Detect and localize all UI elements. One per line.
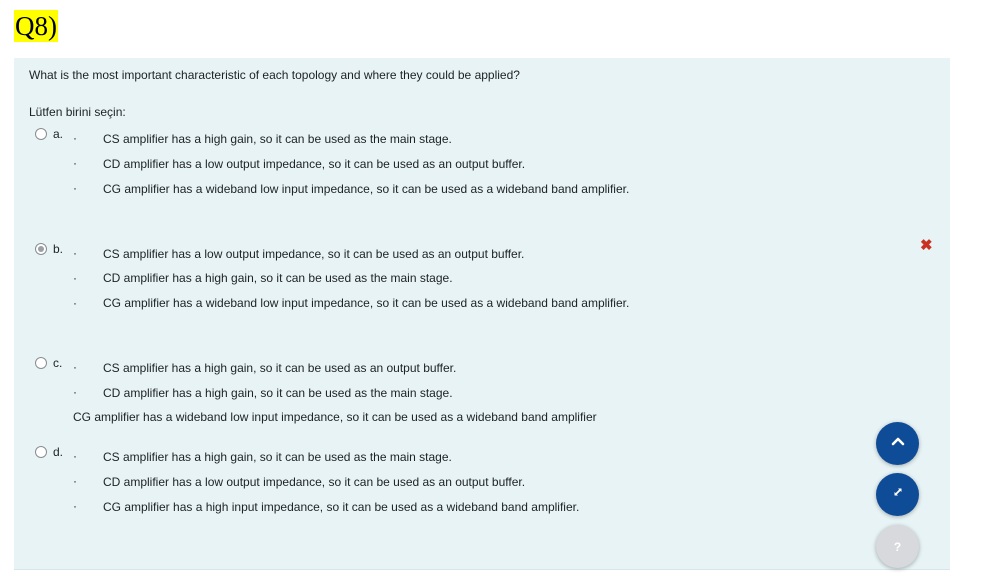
- option-line: CD amplifier has a low output impedance,…: [103, 157, 526, 171]
- question-card: What is the most important characteristi…: [14, 58, 950, 570]
- expand-button[interactable]: [876, 473, 919, 516]
- option-line: CS amplifier has a low output impedance,…: [103, 247, 525, 261]
- option-line: CG amplifier has a wideband low input im…: [103, 296, 630, 310]
- radio-c[interactable]: [35, 357, 47, 369]
- option-letter: c.: [53, 356, 63, 370]
- option-line: CD amplifier has a low output impedance,…: [103, 475, 526, 489]
- option-line: CG amplifier has a wideband low input im…: [73, 410, 597, 424]
- radio-d[interactable]: [35, 446, 47, 458]
- bullet: ·: [73, 385, 77, 399]
- question-number: Q8): [14, 10, 58, 42]
- option-letter: b.: [53, 242, 64, 256]
- bullet: ·: [73, 131, 77, 145]
- incorrect-icon: ✖: [920, 237, 933, 254]
- option-line: CG amplifier has a wideband low input im…: [103, 182, 630, 196]
- answer-prompt: Lütfen birini seçin:: [29, 105, 126, 119]
- bullet: ·: [73, 271, 77, 285]
- question-text: What is the most important characteristi…: [29, 68, 520, 82]
- help-label: ?: [893, 539, 902, 554]
- option-line: CS amplifier has a high gain, so it can …: [103, 132, 452, 146]
- chevron-up-icon: [891, 434, 905, 453]
- bullet: ·: [73, 181, 77, 195]
- option-line: CS amplifier has a high gain, so it can …: [103, 361, 457, 375]
- option-letter: a.: [53, 127, 64, 141]
- bullet: ·: [73, 449, 77, 463]
- bullet: ·: [73, 296, 77, 310]
- bullet: ·: [73, 360, 77, 374]
- bullet: ·: [73, 246, 77, 260]
- bullet: ·: [73, 156, 77, 170]
- scroll-top-button[interactable]: [876, 422, 919, 465]
- option-letter: d.: [53, 445, 64, 459]
- expand-icon: [891, 485, 905, 504]
- radio-b[interactable]: [35, 243, 47, 255]
- option-line: CD amplifier has a high gain, so it can …: [103, 271, 453, 285]
- radio-a[interactable]: [35, 128, 47, 140]
- option-line: CD amplifier has a high gain, so it can …: [103, 386, 453, 400]
- bullet: ·: [73, 499, 77, 513]
- help-button[interactable]: ?: [876, 525, 919, 568]
- bullet: ·: [73, 474, 77, 488]
- option-line: CG amplifier has a high input impedance,…: [103, 500, 580, 514]
- option-line: CS amplifier has a high gain, so it can …: [103, 450, 452, 464]
